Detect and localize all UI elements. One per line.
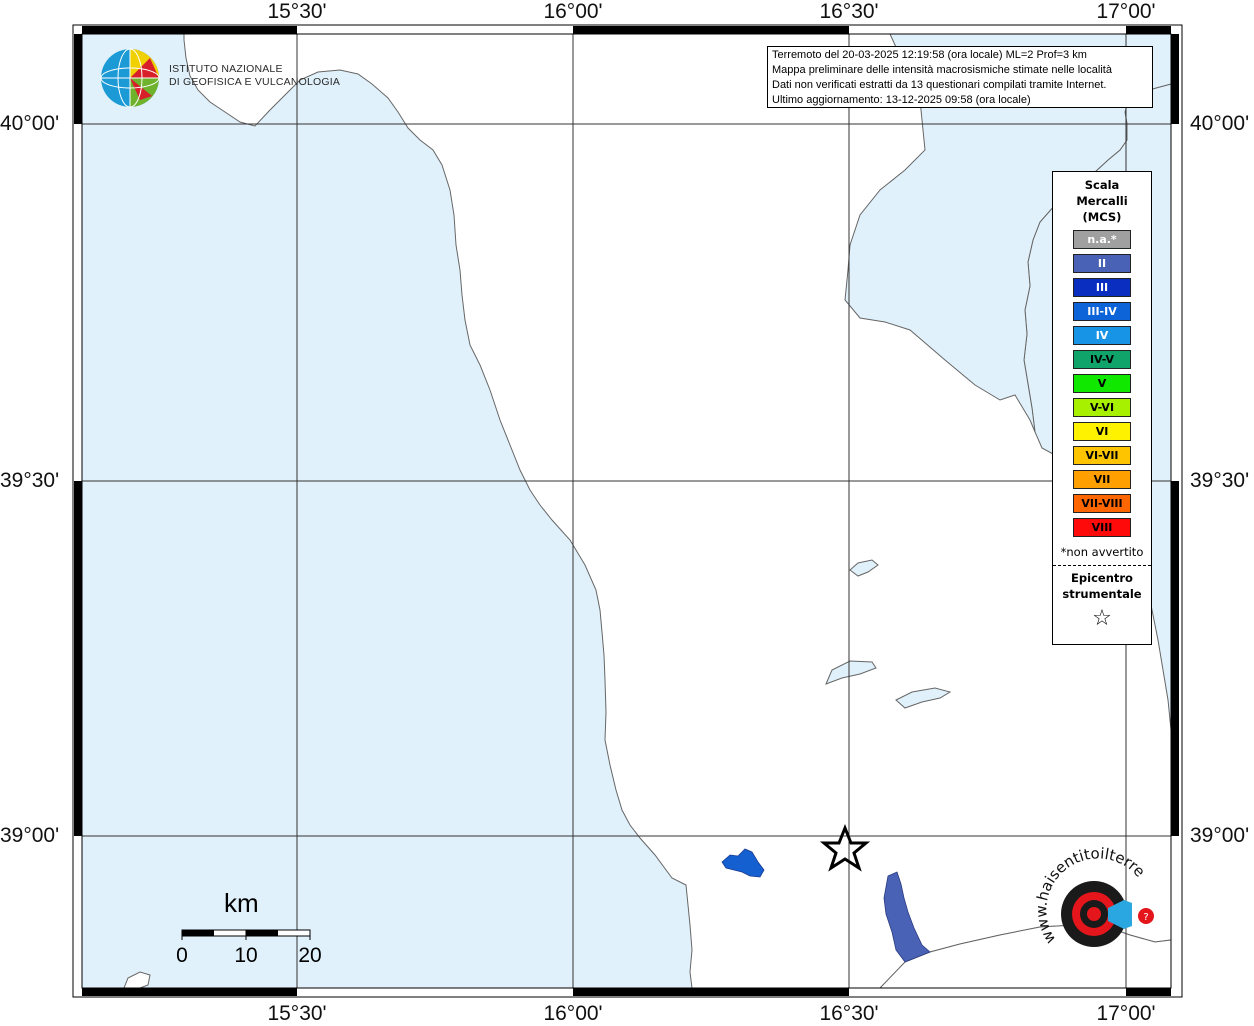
lat-label-right-2: 39°30'	[1190, 469, 1250, 492]
legend-swatch-v: V	[1073, 374, 1131, 393]
legend-swatch-vi-vii: VI-VII	[1073, 446, 1131, 465]
lat-label-left-1: 40°00'	[0, 112, 60, 135]
legend-epicenter-line2: strumentale	[1062, 587, 1142, 601]
lon-label-bottom-2: 16°00'	[543, 1002, 603, 1025]
legend-swatch-viii: VIII	[1073, 518, 1131, 537]
legend-epicenter-title: Epicentro strumentale	[1053, 570, 1151, 602]
legend-epicenter-line1: Epicentro	[1071, 571, 1133, 585]
legend-swatch-n-a-: n.a.*	[1073, 230, 1131, 249]
lon-label-bottom-4: 17°00'	[1096, 1002, 1156, 1025]
lat-label-left-3: 39°00'	[0, 824, 60, 847]
legend-swatch-vi: VI	[1073, 422, 1131, 441]
legend-title-line2: Mercalli	[1076, 194, 1128, 208]
lon-label-top-4: 17°00'	[1096, 0, 1156, 23]
scale-unit-label: km	[224, 888, 259, 918]
legend-separator	[1053, 565, 1151, 566]
legend-title-line1: Scala	[1084, 178, 1120, 192]
info-line-3: Dati non verificati estratti da 13 quest…	[772, 79, 1107, 91]
legend-swatch-iii: III	[1073, 278, 1131, 297]
legend-title: Scala Mercalli (MCS)	[1053, 177, 1151, 225]
legend-swatch-vii: VII	[1073, 470, 1131, 489]
info-line-1: Terremoto del 20-03-2025 12:19:58 (ora l…	[772, 49, 1087, 61]
scale-tick-0: 0	[176, 944, 188, 967]
ingv-logo-line2: DI GEOFISICA E VULCANOLOGIA	[169, 76, 341, 88]
lat-label-right-3: 39°00'	[1190, 824, 1250, 847]
legend-title-line3: (MCS)	[1082, 210, 1122, 224]
lon-label-bottom-3: 16°30'	[819, 1002, 879, 1025]
legend-swatch-iii-iv: III-IV	[1073, 302, 1131, 321]
legend-swatch-ii: II	[1073, 254, 1131, 273]
info-line-2: Mappa preliminare delle intensità macros…	[772, 64, 1112, 76]
ingv-logo-text: ISTITUTO NAZIONALE DI GEOFISICA E VULCAN…	[169, 63, 340, 89]
scale-tick-20: 20	[298, 944, 322, 967]
lat-label-left-2: 39°30'	[0, 469, 60, 492]
lon-label-bottom-1: 15°30'	[267, 1002, 327, 1025]
legend-swatch-vii-viii: VII-VIII	[1073, 494, 1131, 513]
legend-star-icon: ☆	[1092, 606, 1112, 631]
svg-text:?: ?	[1143, 912, 1148, 923]
legend-swatch-iv-v: IV-V	[1073, 350, 1131, 369]
legend-na-note: *non avvertito	[1060, 545, 1144, 559]
legend-swatch-iv: IV	[1073, 326, 1131, 345]
ingv-logo-line1: ISTITUTO NAZIONALE	[169, 63, 283, 75]
info-line-4: Ultimo aggiornamento: 13-12-2025 09:58 (…	[772, 94, 1031, 106]
lat-label-right-1: 40°00'	[1190, 112, 1250, 135]
lon-label-top-2: 16°00'	[543, 0, 603, 23]
earthquake-info-box: Terremoto del 20-03-2025 12:19:58 (ora l…	[767, 46, 1153, 108]
mcs-legend: Scala Mercalli (MCS) n.a.* II III III-IV IV I…	[1052, 171, 1152, 645]
lon-label-top-3: 16°30'	[819, 0, 879, 23]
legend-swatch-v-vi: V-VI	[1073, 398, 1131, 417]
ingv-logo-icon	[100, 48, 160, 108]
scale-tick-10: 10	[234, 944, 258, 967]
legend-items: n.a.* II III III-IV IV IV-V V V-VI VI VI-VII VII VI…	[1053, 230, 1151, 537]
lon-label-top-1: 15°30'	[267, 0, 327, 23]
